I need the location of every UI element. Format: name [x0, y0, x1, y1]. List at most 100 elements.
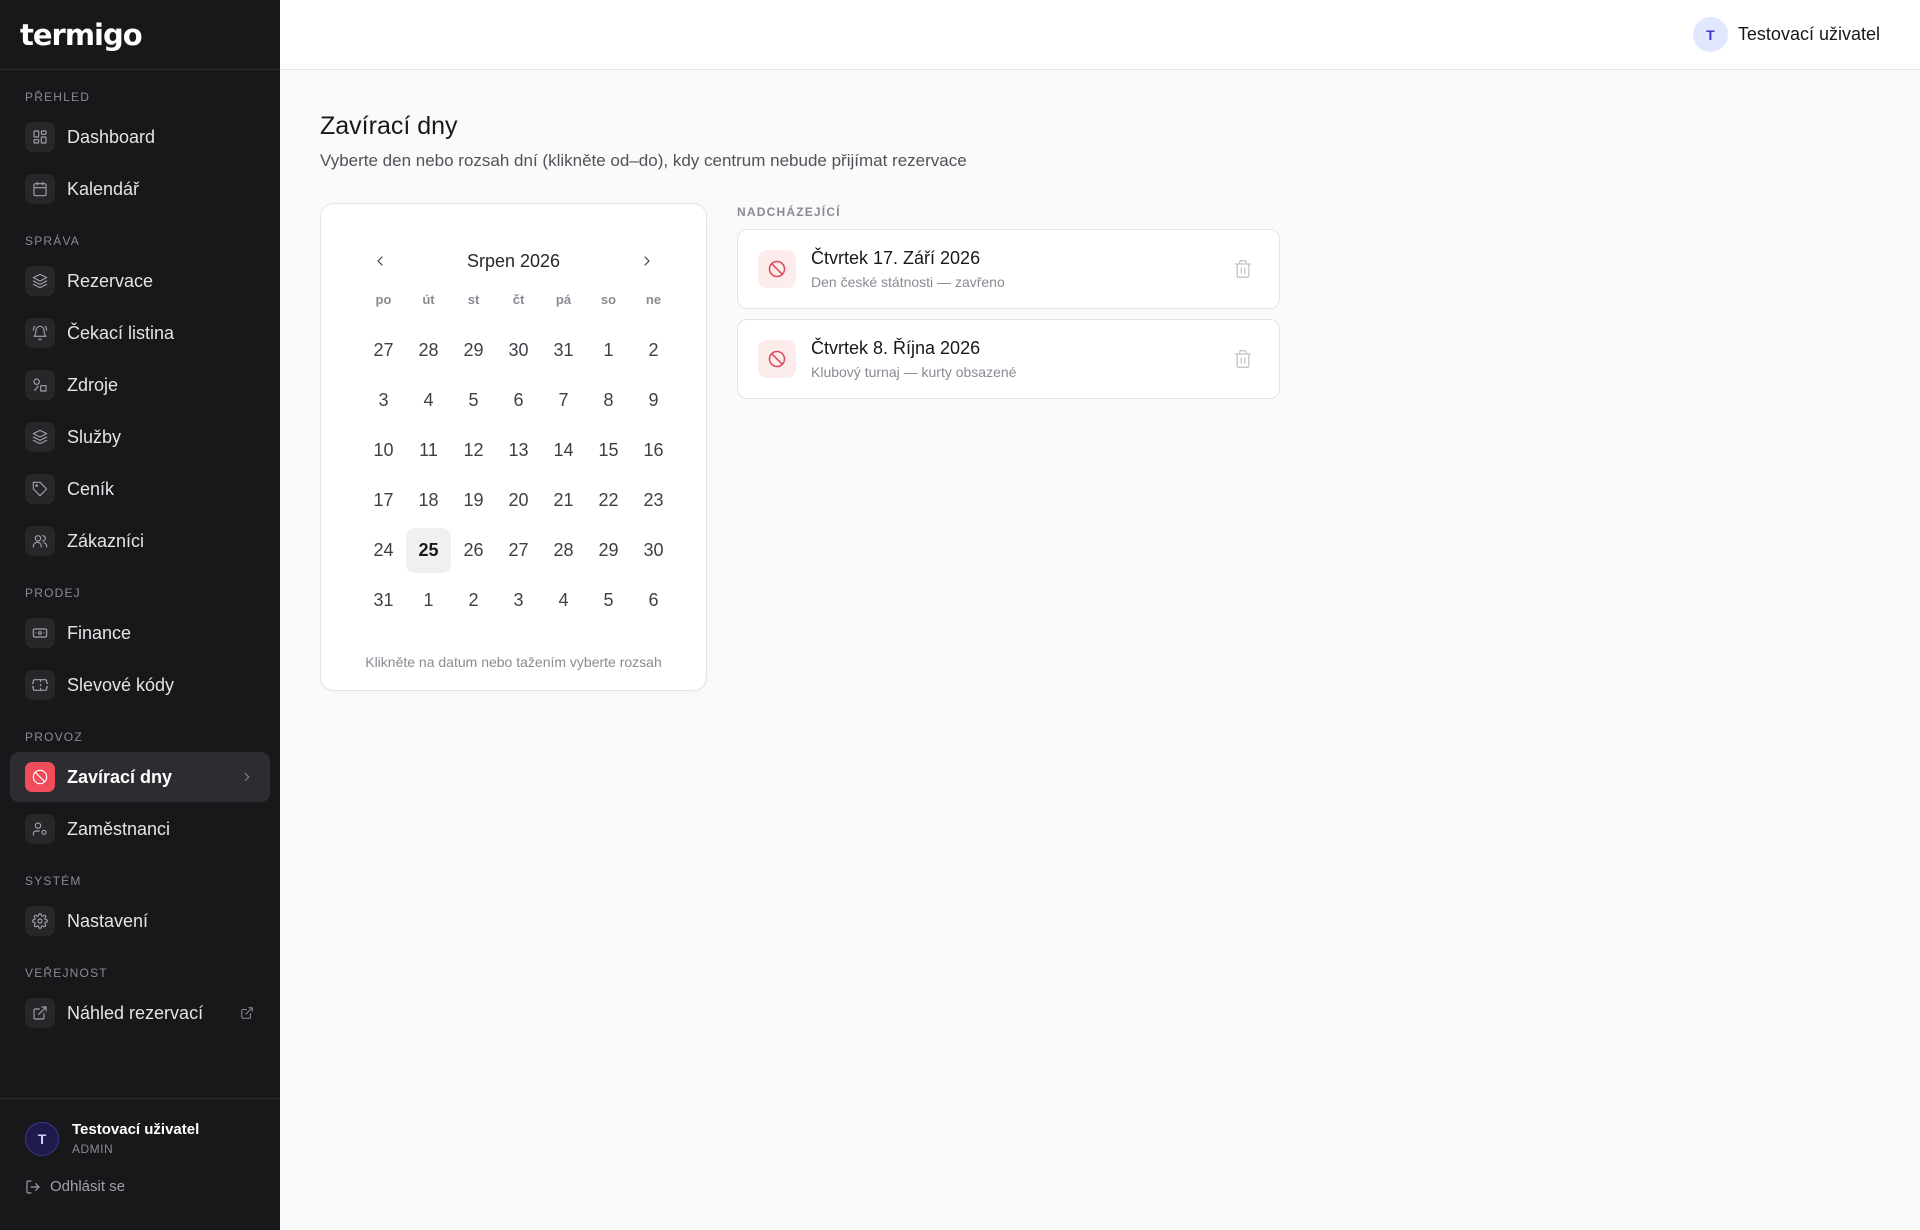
sidebar-user-box: T Testovací uživatel ADMIN Odhlásit se — [0, 1098, 280, 1230]
chevron-right-icon — [644, 256, 650, 266]
delete-closure-button[interactable] — [1233, 259, 1253, 279]
calendar-day[interactable]: 10 — [361, 428, 406, 473]
calendar-day[interactable]: 24 — [361, 528, 406, 573]
sidebar-item-label: Služby — [67, 426, 122, 447]
user-menu[interactable]: T Testovací uživatel — [1692, 17, 1880, 52]
calendar-day[interactable]: 29 — [451, 328, 496, 373]
calendar-day[interactable]: 31 — [541, 328, 586, 373]
sidebar-item-kalendar[interactable]: Kalendář — [10, 164, 270, 214]
calendar-day[interactable]: 7 — [541, 378, 586, 423]
calendar-day[interactable]: 12 — [451, 428, 496, 473]
weekday-label: čt — [512, 292, 525, 307]
sidebar-section-label: PRODEJ — [25, 586, 81, 600]
user-menu-name: Testovací uživatel — [1737, 24, 1880, 44]
page-subtitle: Vyberte den nebo rozsah dní (klikněte od… — [320, 151, 967, 170]
sidebar-item-slevove-kody[interactable]: Slevové kódy — [10, 660, 270, 710]
layers-icon — [25, 422, 55, 452]
calendar-day[interactable]: 1 — [406, 578, 451, 623]
calendar-day[interactable]: 5 — [586, 578, 631, 623]
calendar-day[interactable]: 4 — [541, 578, 586, 623]
avatar: T — [25, 1121, 59, 1156]
calendar-day[interactable]: 15 — [586, 428, 631, 473]
logout-label: Odhlásit se — [50, 1178, 126, 1195]
calendar-week: 24 25 26 27 28 29 30 — [361, 528, 676, 578]
closure-text: Čtvrtek 17. Září 2026 Den české státnosti… — [811, 248, 1005, 290]
delete-closure-button[interactable] — [1233, 349, 1253, 369]
calendar-day[interactable]: 3 — [361, 378, 406, 423]
calendar-day[interactable]: 4 — [406, 378, 451, 423]
calendar-day[interactable]: 17 — [361, 478, 406, 523]
sidebar: termigo PŘEHLED Dashboard Kalendář SPRÁVA Re… — [0, 0, 280, 1230]
calendar-day[interactable]: 28 — [406, 328, 451, 373]
calendar-day[interactable]: 9 — [631, 378, 676, 423]
sidebar-item-zamestnanci[interactable]: Zaměstnanci — [10, 804, 270, 854]
calendar-day[interactable]: 29 — [586, 528, 631, 573]
calendar-day[interactable]: 30 — [631, 528, 676, 573]
sidebar-item-zakaznici[interactable]: Zákazníci — [10, 516, 270, 566]
calendar-day[interactable]: 3 — [496, 578, 541, 623]
calendar-week: 10 11 12 13 14 15 16 — [361, 428, 676, 478]
sidebar-item-cekaci-listina[interactable]: Čekací listina — [10, 308, 270, 358]
user-cog-icon — [25, 814, 55, 844]
calendar-day[interactable]: 26 — [451, 528, 496, 573]
layers-icon — [25, 266, 55, 296]
avatar: T — [1692, 17, 1728, 52]
brand: termigo — [0, 0, 280, 70]
closure-title: Čtvrtek 17. Září 2026 — [811, 248, 981, 268]
closure-title: Čtvrtek 8. Října 2026 — [811, 338, 981, 358]
sidebar-item-nastaveni[interactable]: Nastavení — [10, 896, 270, 946]
calendar-day[interactable]: 16 — [631, 428, 676, 473]
weekday-label: so — [600, 292, 617, 307]
brand-logo[interactable]: termigo — [20, 18, 143, 52]
calendar-day[interactable]: 1 — [586, 328, 631, 373]
sidebar-item-dashboard[interactable]: Dashboard — [10, 112, 270, 162]
calendar-day[interactable]: 28 — [541, 528, 586, 573]
sidebar-item-finance[interactable]: Finance — [10, 608, 270, 658]
sidebar-item-label: Zavírací dny — [67, 766, 173, 787]
sidebar-item-sluzby[interactable]: Služby — [10, 412, 270, 462]
banknote-icon — [25, 618, 55, 648]
closure-description: Klubový turnaj — kurty obsazené — [811, 364, 1017, 380]
sidebar-nav: PŘEHLED Dashboard Kalendář SPRÁVA Rezervace Č… — [0, 90, 280, 1038]
calendar-day[interactable]: 6 — [631, 578, 676, 623]
closure-item: Čtvrtek 8. Října 2026 Klubový turnaj — ku… — [737, 319, 1280, 399]
gear-icon — [25, 906, 55, 936]
next-month-button[interactable] — [632, 246, 662, 276]
sidebar-section-label: PŘEHLED — [25, 90, 91, 104]
calendar-grid: po út st čt pá so ne 27 28 29 30 31 1 2 3 4 5 6 7 8 9 10 11 12… — [361, 292, 676, 628]
calendar-day[interactable]: 6 — [496, 378, 541, 423]
calendar-day-today[interactable]: 25 — [406, 528, 451, 573]
calendar-day[interactable]: 2 — [631, 328, 676, 373]
ban-icon — [758, 250, 796, 288]
logout-button[interactable]: Odhlásit se — [25, 1178, 255, 1195]
sidebar-item-zaviraci-dny[interactable]: Zavírací dny — [10, 752, 270, 802]
sidebar-item-label: Zaměstnanci — [67, 818, 171, 839]
calendar-day[interactable]: 20 — [496, 478, 541, 523]
calendar-day[interactable]: 2 — [451, 578, 496, 623]
calendar-day[interactable]: 31 — [361, 578, 406, 623]
sidebar-item-label: Nastavení — [67, 910, 149, 931]
calendar-day[interactable]: 19 — [451, 478, 496, 523]
calendar-day[interactable]: 23 — [631, 478, 676, 523]
calendar-day[interactable]: 22 — [586, 478, 631, 523]
sidebar-item-label: Zákazníci — [67, 530, 145, 551]
closure-list: Čtvrtek 17. Září 2026 Den české státnosti… — [737, 229, 1280, 399]
page-title: Zavírací dny — [320, 112, 458, 140]
sidebar-item-cenik[interactable]: Ceník — [10, 464, 270, 514]
calendar-day[interactable]: 14 — [541, 428, 586, 473]
sidebar-item-zdroje[interactable]: Zdroje — [10, 360, 270, 410]
calendar-day[interactable]: 18 — [406, 478, 451, 523]
calendar-header: Srpen 2026 — [321, 246, 706, 276]
calendar-day[interactable]: 8 — [586, 378, 631, 423]
calendar-icon — [25, 174, 55, 204]
calendar-day[interactable]: 27 — [361, 328, 406, 373]
calendar-day[interactable]: 5 — [451, 378, 496, 423]
calendar-day[interactable]: 11 — [406, 428, 451, 473]
calendar-day[interactable]: 30 — [496, 328, 541, 373]
calendar-day[interactable]: 13 — [496, 428, 541, 473]
calendar-day[interactable]: 27 — [496, 528, 541, 573]
sidebar-item-rezervace[interactable]: Rezervace — [10, 256, 270, 306]
sidebar-item-nahled-rezervaci[interactable]: Náhled rezervací — [10, 988, 270, 1038]
calendar-day[interactable]: 21 — [541, 478, 586, 523]
sidebar-user[interactable]: T Testovací uživatel ADMIN — [25, 1121, 255, 1156]
